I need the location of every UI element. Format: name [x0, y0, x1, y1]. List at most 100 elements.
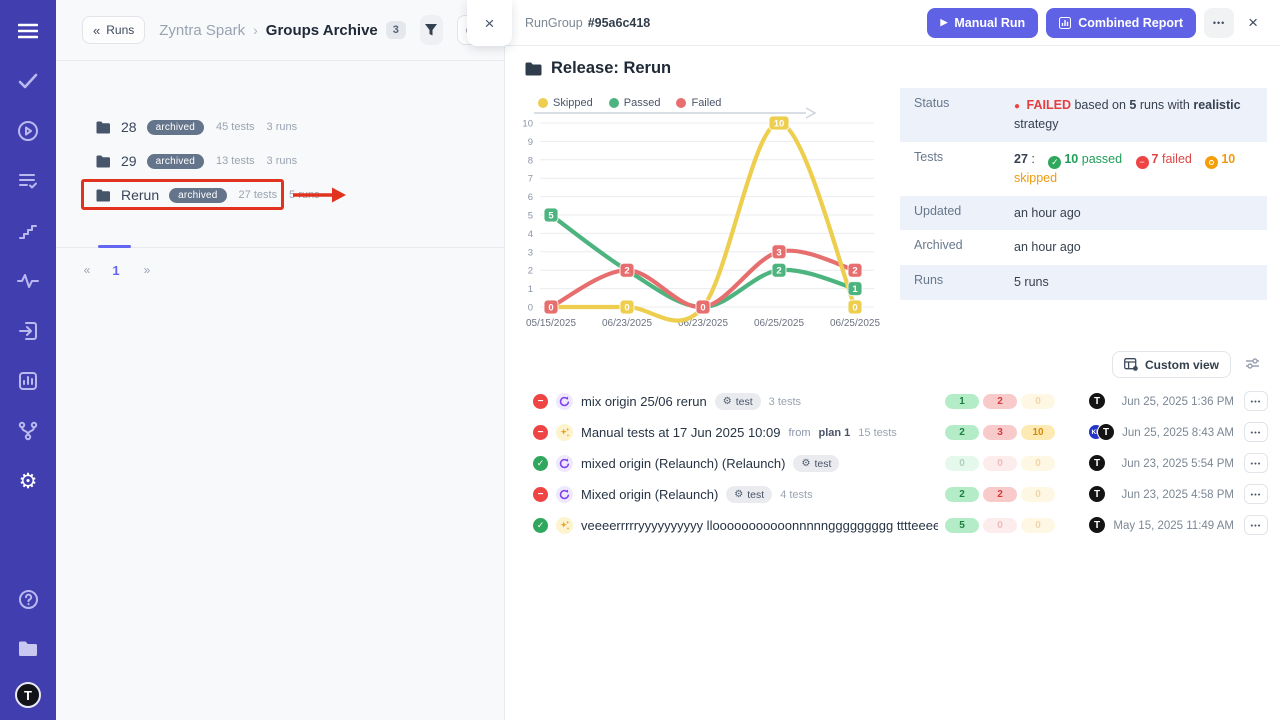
rungroup-info-table: Status ● FAILED based on 5 runs with rea…: [900, 88, 1267, 300]
passed-status-icon: ✓: [533, 518, 548, 533]
skipped-dot-icon: [538, 98, 548, 108]
svg-text:2: 2: [624, 266, 629, 277]
gear-icon[interactable]: ⚙: [11, 464, 45, 498]
filter-button[interactable]: [420, 15, 443, 45]
play-circle-icon[interactable]: [11, 114, 45, 148]
failed-minus-icon: −: [1136, 156, 1149, 169]
run-row[interactable]: − mix origin 25/06 rerun ⚙test 3 tests 1…: [505, 386, 1280, 417]
info-row-archived: Archived an hour ago: [900, 230, 1267, 265]
group-name: Rerun: [121, 187, 159, 203]
page-title: Release: Rerun: [551, 59, 671, 78]
run-date: Jun 25, 2025 1:36 PM: [1074, 386, 1234, 417]
result-pills: 2 3 10: [945, 425, 1055, 440]
more-actions-button[interactable]: •••: [1204, 8, 1234, 38]
failed-dot-icon: ●: [1014, 101, 1020, 112]
failed-pill: 0: [983, 456, 1017, 471]
legend-item-passed[interactable]: Passed: [609, 97, 661, 109]
info-row-tests: Tests 27 : ✓10 passed −7 failed 10 skipp…: [900, 142, 1267, 196]
close-detail-button[interactable]: ×: [1248, 14, 1258, 31]
breadcrumb-parent[interactable]: Zyntra Spark: [159, 22, 245, 39]
steps-icon[interactable]: [11, 214, 45, 248]
group-runs-count: 3 runs: [267, 155, 298, 167]
branch-icon[interactable]: [11, 414, 45, 448]
user-avatar[interactable]: T: [15, 682, 41, 708]
svg-text:3: 3: [776, 247, 781, 258]
archived-value: an hour ago: [1012, 230, 1267, 265]
check-icon[interactable]: [11, 64, 45, 98]
sliders-icon[interactable]: [1243, 355, 1262, 375]
pagination-prev[interactable]: «: [78, 258, 96, 282]
row-more-button[interactable]: •••: [1244, 391, 1268, 411]
pagination-next[interactable]: »: [138, 258, 156, 282]
manual-run-button[interactable]: ▶ Manual Run: [927, 8, 1038, 38]
status-value: FAILED: [1027, 98, 1071, 112]
run-row[interactable]: − Mixed origin (Relaunch) ⚙test 4 tests …: [505, 479, 1280, 510]
group-row-28[interactable]: 28 archived 45 tests 3 runs: [82, 113, 311, 141]
svg-text:06/23/2025: 06/23/2025: [602, 318, 652, 329]
info-row-updated: Updated an hour ago: [900, 196, 1267, 231]
combined-report-button[interactable]: Combined Report: [1046, 8, 1196, 38]
svg-text:10: 10: [774, 119, 785, 130]
svg-text:1: 1: [852, 284, 858, 295]
svg-text:2: 2: [528, 266, 533, 277]
skipped-pill: 0: [1021, 487, 1055, 502]
chevron-right-icon: ›: [253, 22, 258, 38]
pagination-page-1[interactable]: 1: [107, 258, 125, 282]
pulse-icon[interactable]: [11, 264, 45, 298]
row-more-button[interactable]: •••: [1244, 515, 1268, 535]
run-row[interactable]: − Manual tests at 17 Jun 2025 10:09 from…: [505, 417, 1280, 448]
svg-text:2: 2: [776, 266, 781, 277]
failed-dot-icon: [676, 98, 686, 108]
close-panel-button[interactable]: ×: [485, 15, 495, 32]
run-date: Jun 23, 2025 4:58 PM: [1074, 479, 1234, 510]
rungroup-label: RunGroup: [525, 16, 583, 30]
breadcrumb: Zyntra Spark › Groups Archive 3: [159, 21, 406, 39]
svg-text:2: 2: [852, 266, 857, 277]
group-row-29[interactable]: 29 archived 13 tests 3 runs: [82, 147, 311, 175]
updated-value: an hour ago: [1012, 196, 1267, 231]
groups-header: « Runs Zyntra Spark › Groups Archive 3: [56, 0, 504, 61]
passed-pill: 1: [945, 394, 979, 409]
table-view-icon: [1124, 358, 1138, 371]
group-row-rerun[interactable]: Rerun archived 27 tests 5 runs: [82, 181, 334, 209]
group-tests-count: 45 tests: [216, 121, 255, 133]
back-to-runs-button[interactable]: « Runs: [82, 16, 145, 44]
failed-pill: 0: [983, 518, 1017, 533]
skipped-circle-icon: [1205, 156, 1218, 169]
rungroup-detail: RunGroup #95a6c418 ▶ Manual Run Combined…: [505, 0, 1280, 720]
svg-text:1: 1: [528, 284, 533, 295]
custom-view-button[interactable]: Custom view: [1112, 351, 1231, 378]
bar-chart-icon: [1059, 17, 1071, 29]
run-row[interactable]: ✓ veeeerrrrryyyyyyyyyy llooooooooooonnnn…: [505, 510, 1280, 541]
run-date: Jun 25, 2025 8:43 AM: [1074, 417, 1234, 448]
row-more-button[interactable]: •••: [1244, 453, 1268, 473]
folder-icon: [96, 155, 111, 168]
archived-badge: archived: [147, 120, 204, 135]
runs-chart: 01234567891005/15/202506/23/202506/23/20…: [510, 112, 888, 340]
svg-text:5: 5: [528, 211, 533, 222]
row-more-button[interactable]: •••: [1244, 484, 1268, 504]
play-icon: ▶: [940, 18, 947, 27]
list-check-icon[interactable]: [11, 164, 45, 198]
import-icon[interactable]: [11, 314, 45, 348]
failed-pill: 2: [983, 394, 1017, 409]
legend-item-skipped[interactable]: Skipped: [538, 97, 593, 109]
passed-pill: 2: [945, 425, 979, 440]
svg-text:06/25/2025: 06/25/2025: [754, 318, 804, 329]
legend-item-failed[interactable]: Failed: [676, 97, 721, 109]
menu-icon[interactable]: [11, 14, 45, 48]
help-icon[interactable]: [11, 582, 45, 616]
failed-status-icon: −: [533, 425, 548, 440]
group-name: 28: [121, 119, 137, 135]
svg-text:8: 8: [528, 155, 533, 166]
run-row[interactable]: ✓ mixed origin (Relaunch) (Relaunch) ⚙te…: [505, 448, 1280, 479]
report-icon[interactable]: [11, 364, 45, 398]
list-toolbar: Custom view: [1112, 351, 1262, 378]
svg-text:9: 9: [528, 137, 533, 148]
row-more-button[interactable]: •••: [1244, 422, 1268, 442]
run-date: May 15, 2025 11:49 AM: [1074, 510, 1234, 541]
failed-pill: 3: [983, 425, 1017, 440]
passed-pill: 2: [945, 487, 979, 502]
passed-pill: 5: [945, 518, 979, 533]
projects-folder-icon[interactable]: [11, 632, 45, 666]
